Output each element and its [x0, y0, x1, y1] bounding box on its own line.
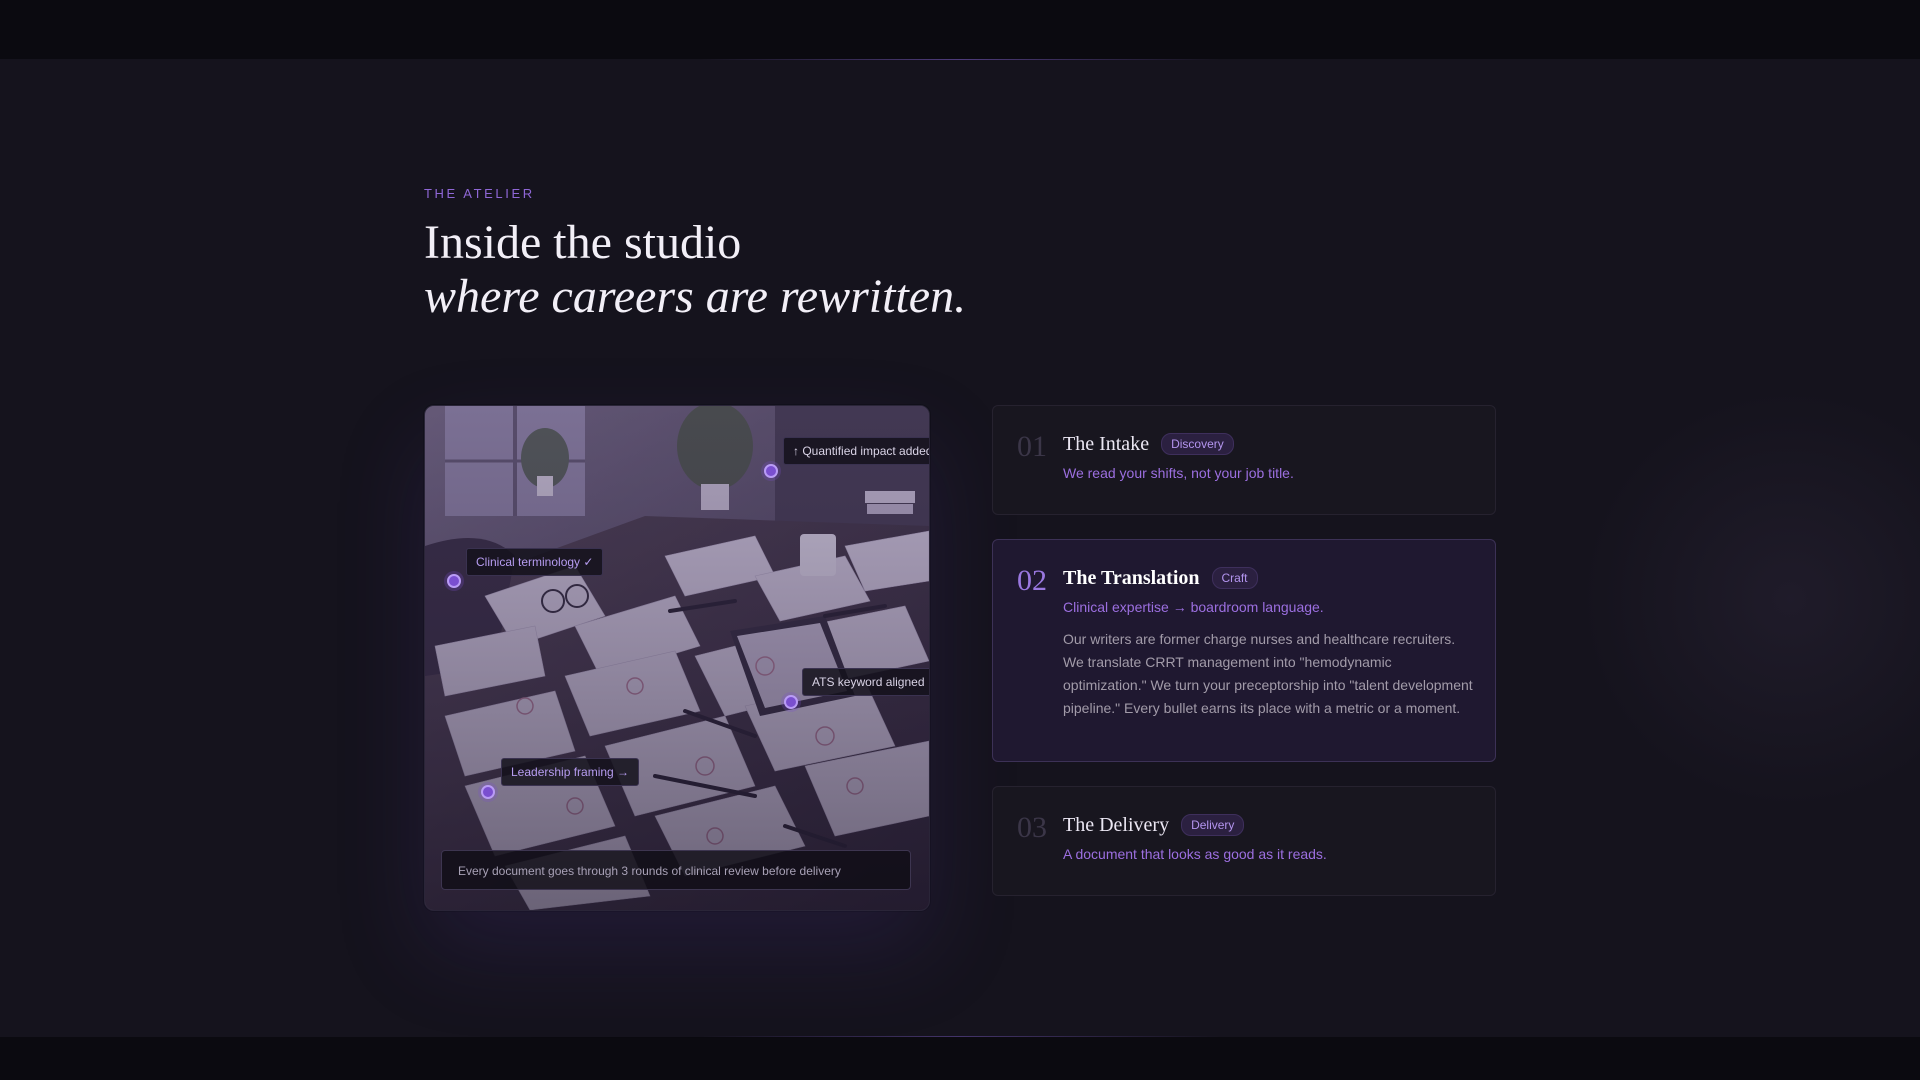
atelier-section [0, 59, 1920, 1037]
background-glow [1580, 389, 1920, 809]
step-card-intake[interactable]: 01 The Intake Discovery We read your shi… [992, 405, 1496, 515]
top-bar [0, 0, 1920, 59]
headline-line-2: where careers are rewritten. [424, 270, 967, 323]
section-eyebrow: THE ATELIER [424, 186, 535, 201]
bottom-bar [0, 1037, 1920, 1080]
step-subtitle: We read your shifts, not your job title. [1063, 465, 1294, 481]
headline-line-1: Inside the studio [424, 216, 742, 269]
step-title-row: The Intake Discovery [1063, 430, 1471, 458]
step-subtitle: A document that looks as good as it read… [1063, 846, 1327, 862]
section-headline: Inside the studio where careers are rewr… [424, 216, 966, 324]
step-title: The Delivery [1063, 813, 1170, 836]
step-description: Our writers are former charge nurses and… [1063, 631, 1473, 716]
annotation-dot-quantified[interactable] [764, 464, 778, 478]
annotation-dot-leadership[interactable] [481, 785, 495, 799]
step-subtitle: Clinical expertise → boardroom language. [1063, 599, 1324, 615]
step-card-delivery[interactable]: 03 The Delivery Delivery A document that… [992, 786, 1496, 896]
step-title-row: The Translation Craft [1063, 564, 1471, 592]
studio-desk-photo [425, 406, 929, 910]
step-number: 01 [1017, 430, 1047, 463]
step-title-row: The Delivery Delivery [1063, 811, 1471, 839]
tag-ats-keyword: ATS keyword aligned [802, 668, 929, 696]
step-number: 03 [1017, 811, 1047, 844]
annotation-dot-clinical[interactable] [447, 574, 461, 588]
tag-quantified-impact: ↑ Quantified impact added [783, 437, 929, 465]
step-card-translation[interactable]: 02 The Translation Craft Clinical expert… [992, 539, 1496, 762]
step-title: The Intake [1063, 432, 1150, 455]
studio-image-card: ↑ Quantified impact added Clinical termi… [424, 405, 930, 911]
annotation-dot-ats[interactable] [784, 695, 798, 709]
step-badge: Discovery [1161, 433, 1234, 455]
tag-leadership-framing: Leadership framing → [501, 758, 640, 786]
step-number: 02 [1017, 564, 1047, 597]
tag-clinical-terminology: Clinical terminology ✓ [466, 548, 604, 576]
step-badge: Delivery [1181, 814, 1245, 836]
section-divider-top [700, 59, 1220, 60]
step-title: The Translation [1063, 566, 1200, 589]
step-badge: Craft [1211, 567, 1258, 589]
image-caption: Every document goes through 3 rounds of … [441, 850, 911, 890]
